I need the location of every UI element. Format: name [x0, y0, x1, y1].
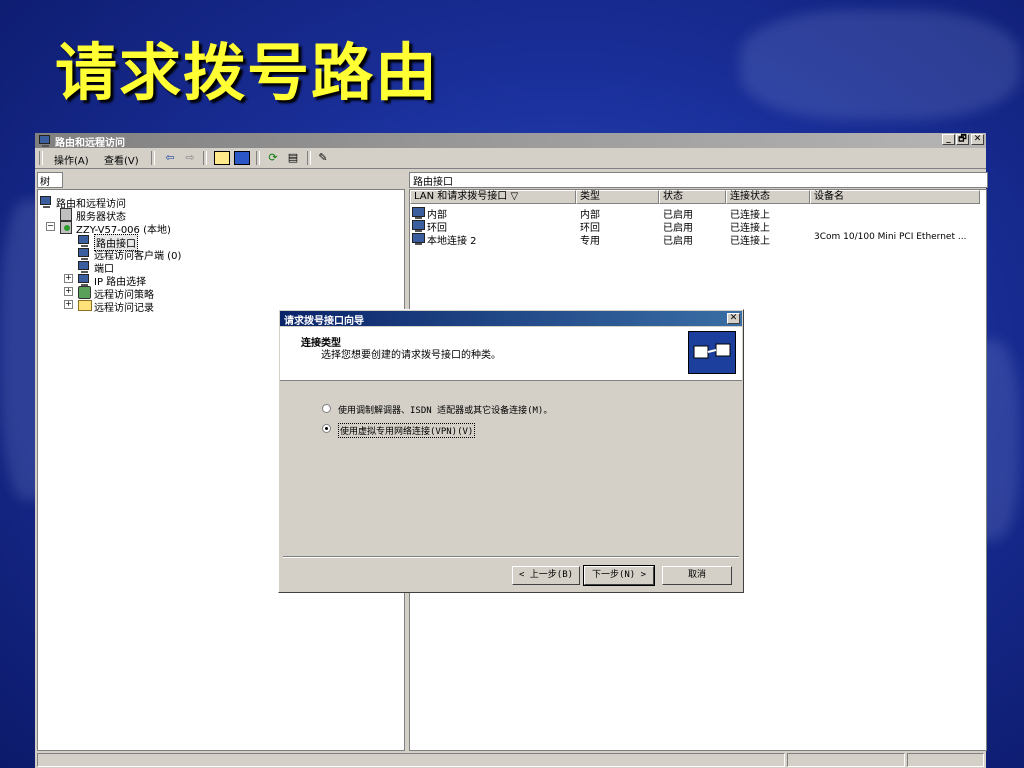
- table-row[interactable]: 环回 环回 已启用 已连接上: [410, 219, 986, 234]
- status-cell: [907, 753, 984, 767]
- dialog-header: 连接类型 选择您想要创建的请求拨号接口的种类。: [280, 327, 742, 381]
- interface-icon: [412, 220, 425, 232]
- interface-icon: [412, 233, 425, 245]
- interface-icon: [412, 207, 425, 219]
- table-row[interactable]: 内部 内部 已启用 已连接上: [410, 206, 986, 221]
- cancel-button[interactable]: 取消: [662, 566, 732, 585]
- toolbar-separator: [307, 151, 311, 165]
- table-row[interactable]: 本地连接 2 专用 已启用 已连接上 3Com 10/100 Mini PCI …: [410, 232, 986, 247]
- ip-routing-icon: [78, 274, 89, 286]
- column-header-type[interactable]: 类型: [576, 190, 659, 204]
- help-icon[interactable]: ✎: [315, 151, 331, 165]
- next-button[interactable]: 下一步(N) >: [583, 565, 655, 586]
- collapse-icon[interactable]: −: [46, 222, 55, 231]
- dialog-subheading: 选择您想要创建的请求拨号接口的种类。: [321, 350, 501, 361]
- demand-dial-wizard-dialog: 请求拨号接口向导 ✕ 连接类型 选择您想要创建的请求拨号接口的种类。 使用调制解…: [278, 309, 744, 593]
- menu-view[interactable]: 查看(V): [104, 152, 139, 167]
- column-header-connection[interactable]: 连接状态: [726, 190, 810, 204]
- tree-tab[interactable]: 树: [37, 172, 63, 188]
- expand-icon[interactable]: +: [64, 274, 73, 283]
- back-button[interactable]: < 上一步(B): [512, 566, 580, 585]
- expand-icon[interactable]: +: [64, 287, 73, 296]
- column-header-device[interactable]: 设备名: [810, 190, 980, 204]
- window-titlebar[interactable]: 路由和远程访问 _ 🗗 ✕: [35, 133, 986, 149]
- forward-icon[interactable]: ⇨: [182, 151, 198, 165]
- list-pane-title: 路由接口: [409, 172, 988, 188]
- status-cell: [37, 753, 785, 767]
- restore-button[interactable]: 🗗: [956, 134, 969, 145]
- network-connection-icon: [688, 331, 736, 374]
- toolbar-separator: [39, 151, 43, 165]
- back-icon[interactable]: ⇦: [162, 151, 178, 165]
- policy-icon: [78, 286, 91, 299]
- vpn-radio[interactable]: [322, 424, 331, 433]
- show-tree-icon[interactable]: [234, 151, 250, 165]
- toolbar-separator: [151, 151, 155, 165]
- status-bar: [35, 752, 986, 768]
- toolbar-separator: [203, 151, 207, 165]
- close-button[interactable]: ✕: [971, 134, 984, 145]
- interface-icon: [78, 235, 89, 247]
- port-icon: [78, 261, 89, 273]
- client-icon: [78, 248, 89, 260]
- refresh-icon[interactable]: ⟳: [265, 151, 281, 165]
- running-status-icon: [64, 225, 70, 231]
- slide-title: 请求拨号路由: [55, 36, 440, 109]
- dialog-title: 请求拨号接口向导: [284, 316, 364, 327]
- column-header-name[interactable]: LAN 和请求拨号接口 ▽: [410, 190, 576, 204]
- minimize-button[interactable]: _: [942, 134, 955, 145]
- menu-toolbar: 操作(A) 查看(V) ⇦ ⇨ ⟳ ▤ ✎: [35, 148, 986, 169]
- server-icon: [60, 208, 72, 221]
- dialog-titlebar[interactable]: 请求拨号接口向导 ✕: [280, 311, 742, 327]
- dialog-close-button[interactable]: ✕: [727, 313, 740, 324]
- folder-icon: [78, 300, 92, 311]
- column-header-status[interactable]: 状态: [659, 190, 726, 204]
- background-streak: [740, 10, 1020, 120]
- status-cell: [787, 753, 905, 767]
- routing-app-icon: [39, 135, 50, 147]
- toolbar-separator: [256, 151, 260, 165]
- export-icon[interactable]: ▤: [285, 151, 301, 165]
- dialog-separator: [283, 556, 739, 558]
- routing-icon: [40, 196, 51, 208]
- menu-action[interactable]: 操作(A): [54, 152, 89, 167]
- window-title: 路由和远程访问: [55, 138, 125, 149]
- modem-radio[interactable]: [322, 404, 331, 413]
- up-folder-icon[interactable]: [214, 151, 230, 165]
- expand-icon[interactable]: +: [64, 300, 73, 309]
